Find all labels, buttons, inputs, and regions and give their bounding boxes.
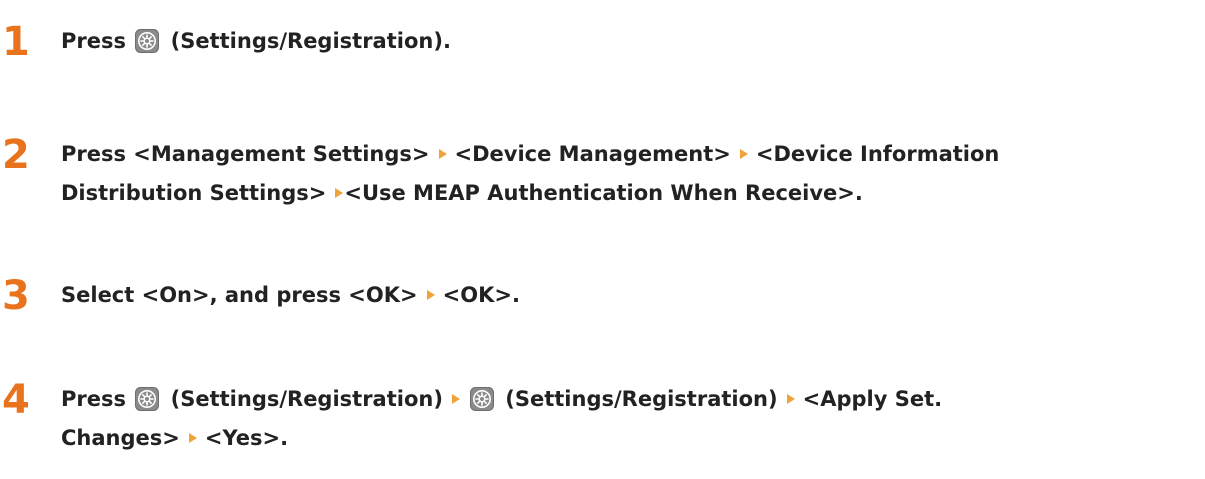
step-text-part: <Apply Set. — [802, 387, 943, 411]
step-text: Select <On>, and press <OK> <OK>. — [61, 276, 1196, 315]
step-text-part: Select <On>, and press <OK> — [61, 283, 418, 307]
settings-registration-icon — [135, 29, 160, 53]
step-text-part: <Device Management> — [454, 142, 731, 166]
arrow-right-icon — [188, 433, 197, 443]
step-line: Press <Management Settings> <Device Manag… — [61, 135, 1196, 174]
step-number: 1 — [2, 19, 30, 65]
step-text-part: <Device Information — [755, 142, 1000, 166]
arrow-right-icon — [451, 394, 460, 404]
settings-registration-icon — [135, 387, 160, 411]
step-line: Press — [61, 380, 1196, 419]
step-text-part: <Use MEAP Authentication When Receive>. — [344, 181, 863, 205]
step-text-part: <Yes>. — [204, 426, 289, 450]
step-line: Distribution Settings> <Use MEAP Authenti… — [61, 174, 1196, 213]
step-number: 3 — [2, 273, 30, 319]
arrow-right-icon — [438, 149, 447, 159]
step-number: 4 — [2, 377, 30, 423]
step-text: Press <Management Settings> <Device Manag… — [61, 135, 1196, 213]
settings-registration-icon — [469, 387, 494, 411]
arrow-right-icon — [426, 290, 435, 300]
arrow-right-icon — [335, 188, 344, 198]
step-number: 2 — [2, 132, 30, 178]
step-text-part: Press — [61, 29, 126, 53]
step-line: Changes> <Yes>. — [61, 419, 1196, 458]
step-text-part: (Settings/Registration) — [505, 387, 778, 411]
step-text-part: (Settings/Registration) — [170, 387, 443, 411]
step-text-part: Changes> — [61, 426, 180, 450]
step-text-part: Press — [61, 387, 126, 411]
step-line: Press — [61, 22, 1196, 61]
arrow-right-icon — [739, 149, 748, 159]
step-text: Press — [61, 22, 1196, 61]
step-text-part: (Settings/Registration). — [170, 29, 451, 53]
arrow-right-icon — [786, 394, 795, 404]
step-text: Press — [61, 380, 1196, 458]
step-text-part: <OK>. — [442, 283, 520, 307]
step-text-part: Distribution Settings> — [61, 181, 327, 205]
step-text-part: Press <Management Settings> — [61, 142, 430, 166]
step-line: Select <On>, and press <OK> <OK>. — [61, 276, 1196, 315]
